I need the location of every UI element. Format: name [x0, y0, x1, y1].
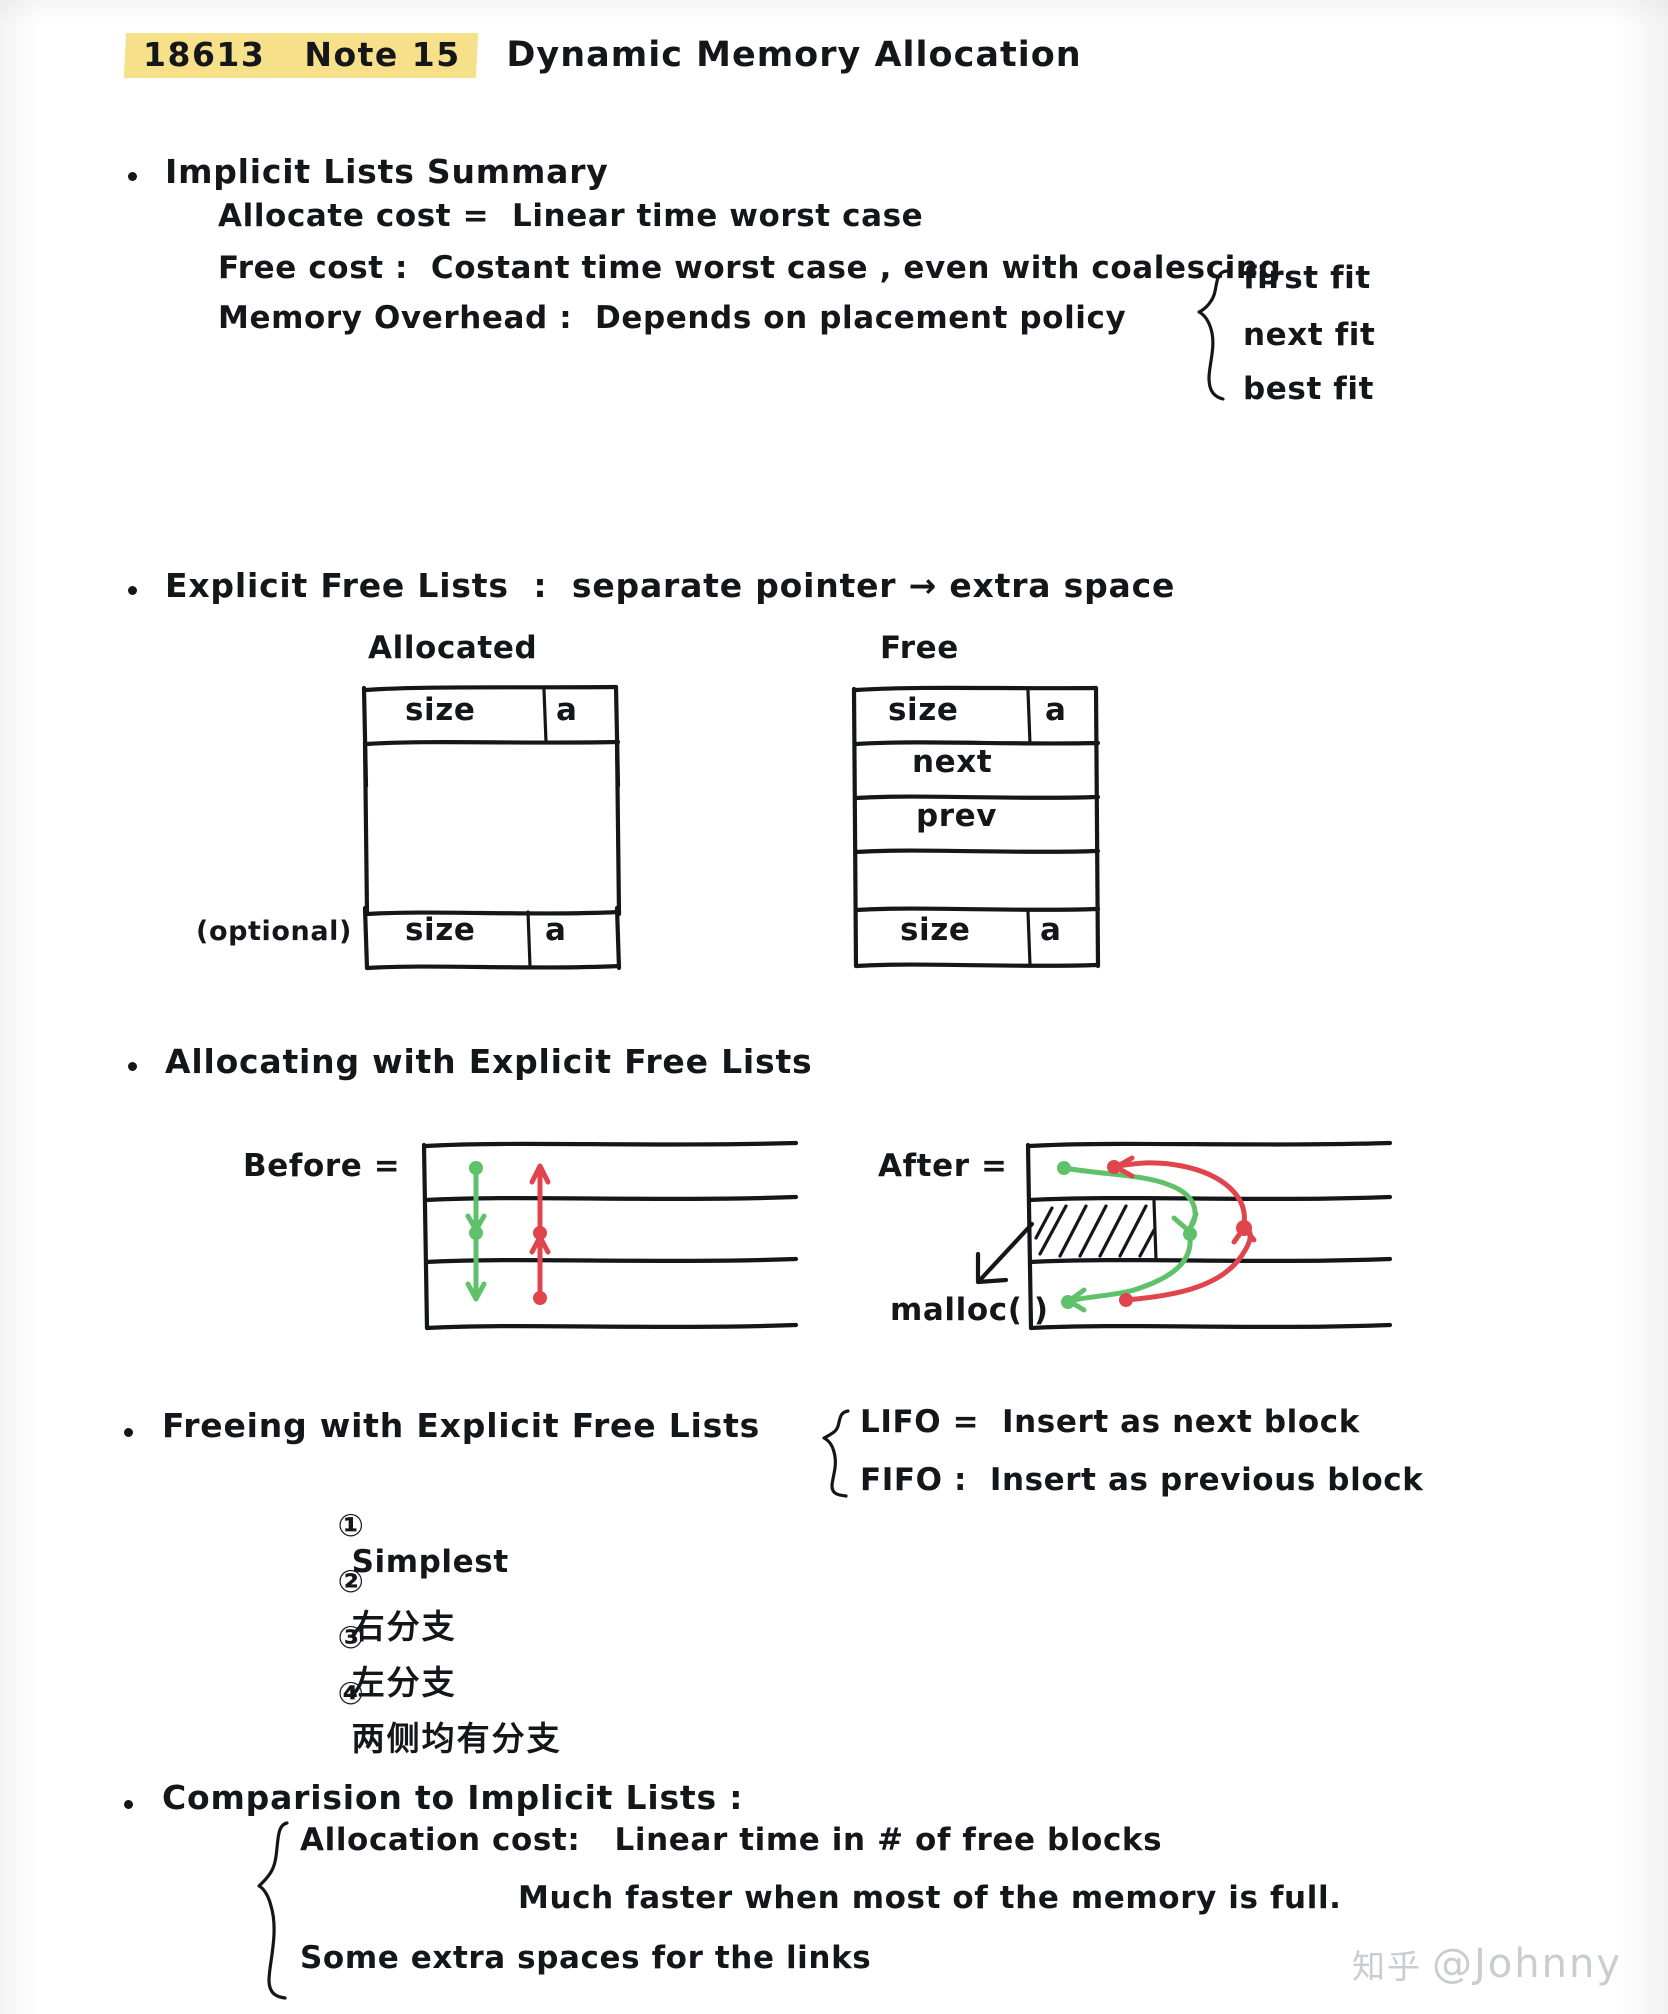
case-number-4: ④	[337, 1676, 365, 1712]
fit-option-best: best fit	[1243, 371, 1375, 407]
free-row-next: next	[912, 744, 993, 780]
comparision-line-extra-spaces: Some extra spaces for the links	[300, 1940, 872, 1976]
watermark: 知乎 @Johnny	[1352, 1940, 1622, 1988]
section-heading-freeing: Freeing with Explicit Free Lists	[162, 1406, 761, 1445]
section-heading-comparision: Comparision to Implicit Lists :	[162, 1778, 744, 1817]
after-label: After =	[878, 1148, 1008, 1184]
allocated-optional-note: (optional)	[196, 916, 352, 947]
free-block-label: Free	[880, 630, 959, 666]
allocated-payload-area	[362, 739, 622, 917]
comparision-line-allocation-cost: Allocation cost: Linear time in # of fre…	[300, 1822, 1163, 1858]
note-code: 18613 Note 15	[142, 35, 461, 74]
allocated-block-label: Allocated	[368, 630, 538, 666]
free-footer-size: size	[900, 912, 971, 948]
case-text-4: 两侧均有分支	[351, 1719, 562, 1758]
brace-fifo-lifo	[822, 1409, 850, 1498]
section-heading-implicit-lists: Implicit Lists Summary	[165, 152, 609, 191]
page-title: Dynamic Memory Allocation	[506, 35, 1082, 75]
policy-lifo: LIFO = Insert as next block	[860, 1404, 1360, 1440]
allocated-footer-flag: a	[545, 912, 567, 948]
comparision-line-much-faster: Much faster when most of the memory is f…	[518, 1880, 1342, 1916]
allocated-footer-size: size	[405, 912, 476, 948]
bullet-explicit-free-lists	[128, 586, 137, 595]
before-diagram	[421, 1140, 799, 1331]
bullet-implicit-lists	[128, 172, 137, 181]
note-code-highlight: 18613 Note 15	[123, 33, 478, 78]
brace-fit-policies	[1197, 269, 1229, 401]
free-footer-flag: a	[1040, 912, 1062, 948]
allocated-footer-box	[362, 905, 622, 971]
section-heading-explicit-free-lists: Explicit Free Lists : separate pointer →…	[165, 566, 1176, 605]
fit-option-next: next fit	[1243, 317, 1376, 353]
implicit-line-allocate-cost: Allocate cost = Linear time worst case	[218, 198, 924, 234]
malloc-label: malloc( )	[890, 1292, 1049, 1328]
free-header-size: size	[888, 692, 959, 728]
watermark-site: 知乎	[1352, 1947, 1422, 1986]
implicit-line-memory-overhead: Memory Overhead : Depends on placement p…	[218, 300, 1127, 336]
fit-option-first: first fit	[1243, 260, 1371, 296]
bullet-comparision	[124, 1800, 133, 1809]
note-page: 18613 Note 15 Dynamic Memory Allocation I…	[0, 0, 1668, 2014]
brace-comparision	[257, 1821, 289, 2000]
allocated-header-flag: a	[556, 692, 578, 728]
allocated-header-size: size	[405, 692, 476, 728]
watermark-user: @Johnny	[1432, 1941, 1622, 1987]
implicit-line-free-cost: Free cost : Costant time worst case , ev…	[218, 250, 1282, 286]
freeing-case-4: ④ 两侧均有分支	[292, 1640, 562, 1796]
free-row-prev: prev	[916, 798, 998, 834]
bullet-allocating	[128, 1062, 137, 1071]
before-label: Before =	[243, 1148, 401, 1184]
malloc-arrow	[975, 1221, 1035, 1285]
title-row: 18613 Note 15 Dynamic Memory Allocation	[100, 14, 1082, 97]
section-heading-allocating: Allocating with Explicit Free Lists	[165, 1042, 813, 1081]
free-header-flag: a	[1045, 692, 1067, 728]
bullet-freeing	[124, 1428, 133, 1437]
after-diagram	[1025, 1140, 1393, 1331]
policy-fifo: FIFO : Insert as previous block	[860, 1462, 1424, 1498]
